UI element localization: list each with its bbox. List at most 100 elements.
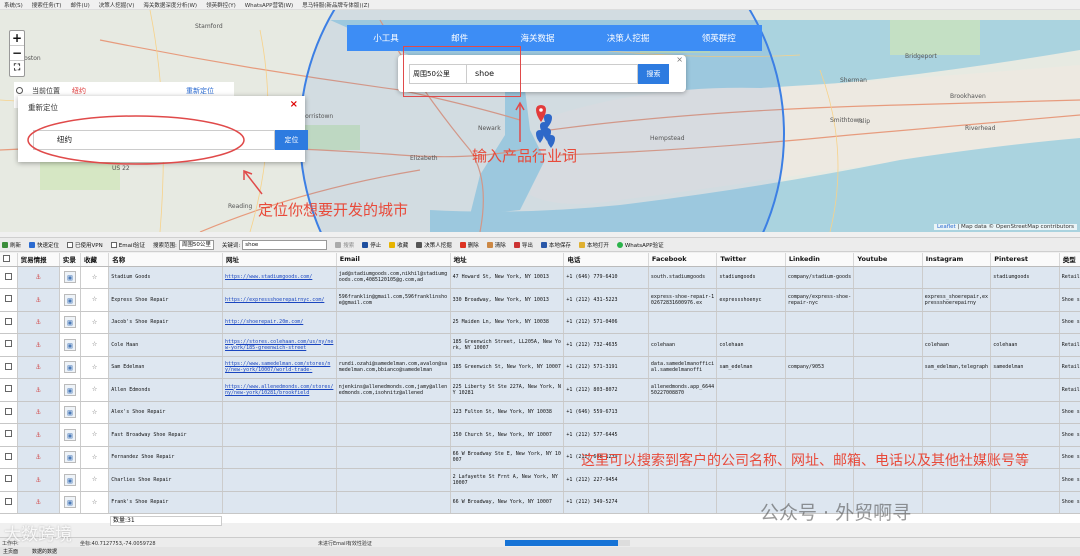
col-phone[interactable]: 电话 [563, 253, 649, 267]
table-row[interactable]: ⚓ ▣ ☆ Express Shoe Repair https://expresssho… [0, 288, 1080, 312]
tab-data[interactable]: 数据的数据 [32, 548, 57, 555]
row-checkbox[interactable] [0, 378, 18, 402]
cell-url[interactable] [222, 491, 337, 514]
cell-url[interactable] [222, 401, 337, 424]
export-button[interactable]: 导出 [513, 241, 533, 249]
radius-select[interactable]: 周围50公里 [409, 64, 467, 84]
trade-intel-cell[interactable]: ⚓ [17, 423, 60, 447]
row-checkbox[interactable] [0, 423, 18, 447]
row-checkbox[interactable] [0, 356, 18, 379]
whatsapp-verify-button[interactable]: WhatsAPP验证 [616, 241, 664, 249]
cell-url[interactable] [222, 446, 337, 469]
cell-url[interactable]: https://www.allenedmonds.com/stores/ny/n… [222, 378, 337, 402]
col-facebook[interactable]: Facebook [648, 253, 718, 267]
col-instagram[interactable]: Instagram [922, 253, 992, 267]
street-view-cell[interactable]: ▣ [59, 423, 82, 447]
menu-decision-maker[interactable]: 决策人挖掘(V) [99, 1, 135, 9]
favorite-cell[interactable]: ☆ [80, 356, 110, 379]
col-linkedin[interactable]: Linkedin [785, 253, 855, 267]
street-view-cell[interactable]: ▣ [59, 378, 82, 402]
row-checkbox[interactable] [0, 401, 18, 424]
menu-search-task[interactable]: 搜索任务(T) [32, 1, 62, 9]
delete-button[interactable]: 删除 [459, 241, 479, 249]
street-view-cell[interactable]: ▣ [59, 468, 82, 492]
table-row[interactable]: ⚓ ▣ ☆ Frank's Shoe Repair 66 W Broadway, New… [0, 491, 1080, 514]
trade-intel-cell[interactable]: ⚓ [17, 491, 60, 514]
nav-customs[interactable]: 海关数据 [520, 32, 554, 44]
col-email[interactable]: Email [336, 253, 451, 267]
row-checkbox[interactable] [0, 333, 18, 357]
street-view-cell[interactable]: ▣ [59, 401, 82, 424]
nav-linkedin[interactable]: 领英群控 [702, 32, 736, 44]
col-photo[interactable]: 实景 [59, 253, 82, 267]
favorite-cell[interactable]: ☆ [80, 468, 110, 492]
favorite-cell[interactable]: ☆ [80, 288, 110, 312]
street-view-cell[interactable]: ▣ [59, 266, 82, 289]
row-checkbox[interactable] [0, 491, 18, 514]
row-checkbox[interactable] [0, 468, 18, 492]
zoom-out-button[interactable]: − [10, 46, 24, 61]
col-youtube[interactable]: Youtube [853, 253, 923, 267]
menu-whatsapp[interactable]: WhatsAPP营销(W) [245, 1, 293, 9]
map-view[interactable]: Stamford Mamaroneck Bridgeport Cranbury … [0, 10, 1080, 232]
nav-mail[interactable]: 邮件 [451, 32, 468, 44]
table-row[interactable]: ⚓ ▣ ☆ Alex's Shoe Repair 123 Fulton St, New … [0, 401, 1080, 424]
vpn-checkbox[interactable]: 已使用VPN [67, 241, 103, 249]
table-row[interactable]: ⚓ ▣ ☆ Jacob's Shoe Repair http://shoerepair.… [0, 311, 1080, 334]
locate-button[interactable]: 定位 [275, 130, 308, 150]
row-checkbox[interactable] [0, 446, 18, 469]
search-toolbar-button[interactable]: 搜索 [335, 241, 354, 249]
street-view-cell[interactable]: ▣ [59, 288, 82, 312]
cell-url[interactable] [222, 423, 337, 447]
col-trade[interactable]: 贸易情报 [17, 253, 60, 267]
trade-intel-cell[interactable]: ⚓ [17, 356, 60, 379]
row-checkbox[interactable] [0, 288, 18, 312]
favorite-button[interactable]: 收藏 [389, 241, 408, 249]
col-pinterest[interactable]: Pinterest [990, 253, 1060, 267]
favorite-cell[interactable]: ☆ [80, 311, 110, 334]
street-view-cell[interactable]: ▣ [59, 446, 82, 469]
zoom-in-button[interactable]: + [10, 31, 24, 46]
trade-intel-cell[interactable]: ⚓ [17, 266, 60, 289]
nav-decision-maker[interactable]: 决策人挖掘 [607, 32, 650, 44]
favorite-cell[interactable]: ☆ [80, 446, 110, 469]
header-select-all[interactable] [0, 253, 18, 267]
col-twitter[interactable]: Twitter [716, 253, 786, 267]
menu-customs[interactable]: 海关数据深度分析(W) [143, 1, 197, 9]
col-address[interactable]: 地址 [450, 253, 565, 267]
trade-intel-cell[interactable]: ⚓ [17, 288, 60, 312]
close-icon[interactable]: × [290, 99, 298, 110]
cell-url[interactable] [222, 468, 337, 492]
cell-url[interactable]: https://www.stadiumgoods.com/ [222, 266, 337, 289]
trade-intel-cell[interactable]: ⚓ [17, 468, 60, 492]
save-local-button[interactable]: 本地保存 [540, 241, 571, 249]
trade-intel-cell[interactable]: ⚓ [17, 378, 60, 402]
decision-maker-button[interactable]: 决策人挖掘 [416, 241, 452, 249]
stop-button[interactable]: 停止 [362, 241, 381, 249]
clear-button[interactable]: 清除 [486, 241, 506, 249]
cell-url[interactable]: http://shoerepair.20m.com/ [222, 311, 337, 334]
refresh-button[interactable]: 刷新 [2, 241, 21, 249]
trade-intel-cell[interactable]: ⚓ [17, 401, 60, 424]
keyword-input[interactable]: shoe [467, 64, 638, 84]
street-view-cell[interactable]: ▣ [59, 491, 82, 514]
menu-system[interactable]: 系统(S) [4, 1, 23, 9]
fullscreen-button[interactable]: ⛶ [10, 61, 24, 76]
row-checkbox[interactable] [0, 311, 18, 334]
city-input[interactable]: 纽约 [33, 130, 275, 150]
cell-url[interactable]: https://expressshoerepairnyc.com/ [222, 288, 337, 312]
quick-locate-button[interactable]: 快速定位 [29, 241, 59, 249]
menu-mail[interactable]: 邮件(U) [70, 1, 89, 9]
open-local-button[interactable]: 本地打开 [578, 241, 609, 249]
col-url[interactable]: 网址 [222, 253, 337, 267]
col-type[interactable]: 类型 [1059, 253, 1080, 267]
trade-intel-cell[interactable]: ⚓ [17, 333, 60, 357]
favorite-cell[interactable]: ☆ [80, 401, 110, 424]
cell-url[interactable]: https://stores.colehaan.com/us/ny/new-yo… [222, 333, 337, 357]
table-row[interactable]: ⚓ ▣ ☆ Allen Edmonds https://www.allenedmonds… [0, 378, 1080, 402]
favorite-cell[interactable]: ☆ [80, 423, 110, 447]
street-view-cell[interactable]: ▣ [59, 333, 82, 357]
favorite-cell[interactable]: ☆ [80, 491, 110, 514]
relocate-link[interactable]: 重新定位 [186, 86, 214, 96]
street-view-cell[interactable]: ▣ [59, 311, 82, 334]
